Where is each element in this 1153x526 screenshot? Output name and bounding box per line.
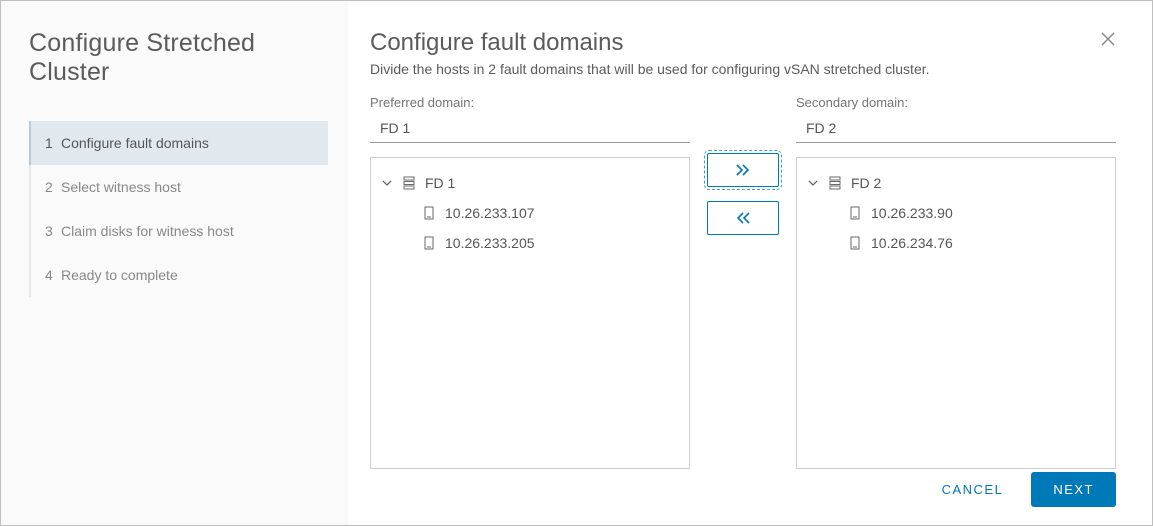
double-chevron-left-icon [734,211,752,225]
host-icon [847,236,863,250]
tree-host-item[interactable]: 10.26.233.205 [377,228,683,258]
host-label: 10.26.233.90 [871,205,953,221]
double-chevron-right-icon [734,163,752,177]
step-claim-disks[interactable]: 3 Claim disks for witness host [31,209,328,253]
wizard-steps: 1 Configure fault domains 2 Select witne… [29,121,328,297]
server-stack-icon [827,176,843,190]
wizard-main: Configure fault domains Divide the hosts… [348,1,1152,525]
next-button[interactable]: NEXT [1031,472,1116,507]
tree-root-label: FD 2 [851,175,881,191]
secondary-domain-column: Secondary domain: FD 2 [796,95,1116,469]
host-icon [421,206,437,220]
transfer-buttons [690,95,796,249]
page-title: Configure fault domains [370,29,1116,57]
step-ready-to-complete[interactable]: 4 Ready to complete [31,253,328,297]
wizard-footer: CANCEL NEXT [942,472,1116,507]
host-label: 10.26.233.107 [445,205,535,221]
preferred-domain-column: Preferred domain: FD 1 [370,95,690,469]
host-label: 10.26.234.76 [871,235,953,251]
move-right-button[interactable] [707,153,779,187]
close-icon[interactable] [1100,31,1116,47]
tree-root-preferred[interactable]: FD 1 [377,168,683,198]
tree-root-secondary[interactable]: FD 2 [803,168,1109,198]
secondary-domain-input[interactable] [796,116,1116,143]
tree-root-label: FD 1 [425,175,455,191]
preferred-domain-label: Preferred domain: [370,95,690,110]
cancel-button[interactable]: CANCEL [942,482,1004,497]
chevron-down-icon[interactable] [377,178,397,188]
host-icon [847,206,863,220]
step-select-witness-host[interactable]: 2 Select witness host [31,165,328,209]
chevron-down-icon[interactable] [803,178,823,188]
move-left-button[interactable] [707,201,779,235]
tree-host-item[interactable]: 10.26.233.90 [803,198,1109,228]
fault-domain-editor: Preferred domain: FD 1 [370,95,1116,469]
secondary-domain-tree[interactable]: FD 2 10.26.233.90 10.26.234.76 [796,157,1116,469]
wizard-sidebar: Configure Stretched Cluster 1 Configure … [1,1,348,525]
preferred-domain-tree[interactable]: FD 1 10.26.233.107 10.26.233.205 [370,157,690,469]
wizard-dialog: Configure Stretched Cluster 1 Configure … [0,0,1153,526]
tree-host-item[interactable]: 10.26.234.76 [803,228,1109,258]
tree-host-item[interactable]: 10.26.233.107 [377,198,683,228]
wizard-title: Configure Stretched Cluster [29,29,328,87]
step-configure-fault-domains[interactable]: 1 Configure fault domains [31,121,328,165]
host-icon [421,236,437,250]
server-stack-icon [401,176,417,190]
preferred-domain-input[interactable] [370,116,690,143]
secondary-domain-label: Secondary domain: [796,95,1116,110]
page-subtitle: Divide the hosts in 2 fault domains that… [370,61,1116,77]
host-label: 10.26.233.205 [445,235,535,251]
